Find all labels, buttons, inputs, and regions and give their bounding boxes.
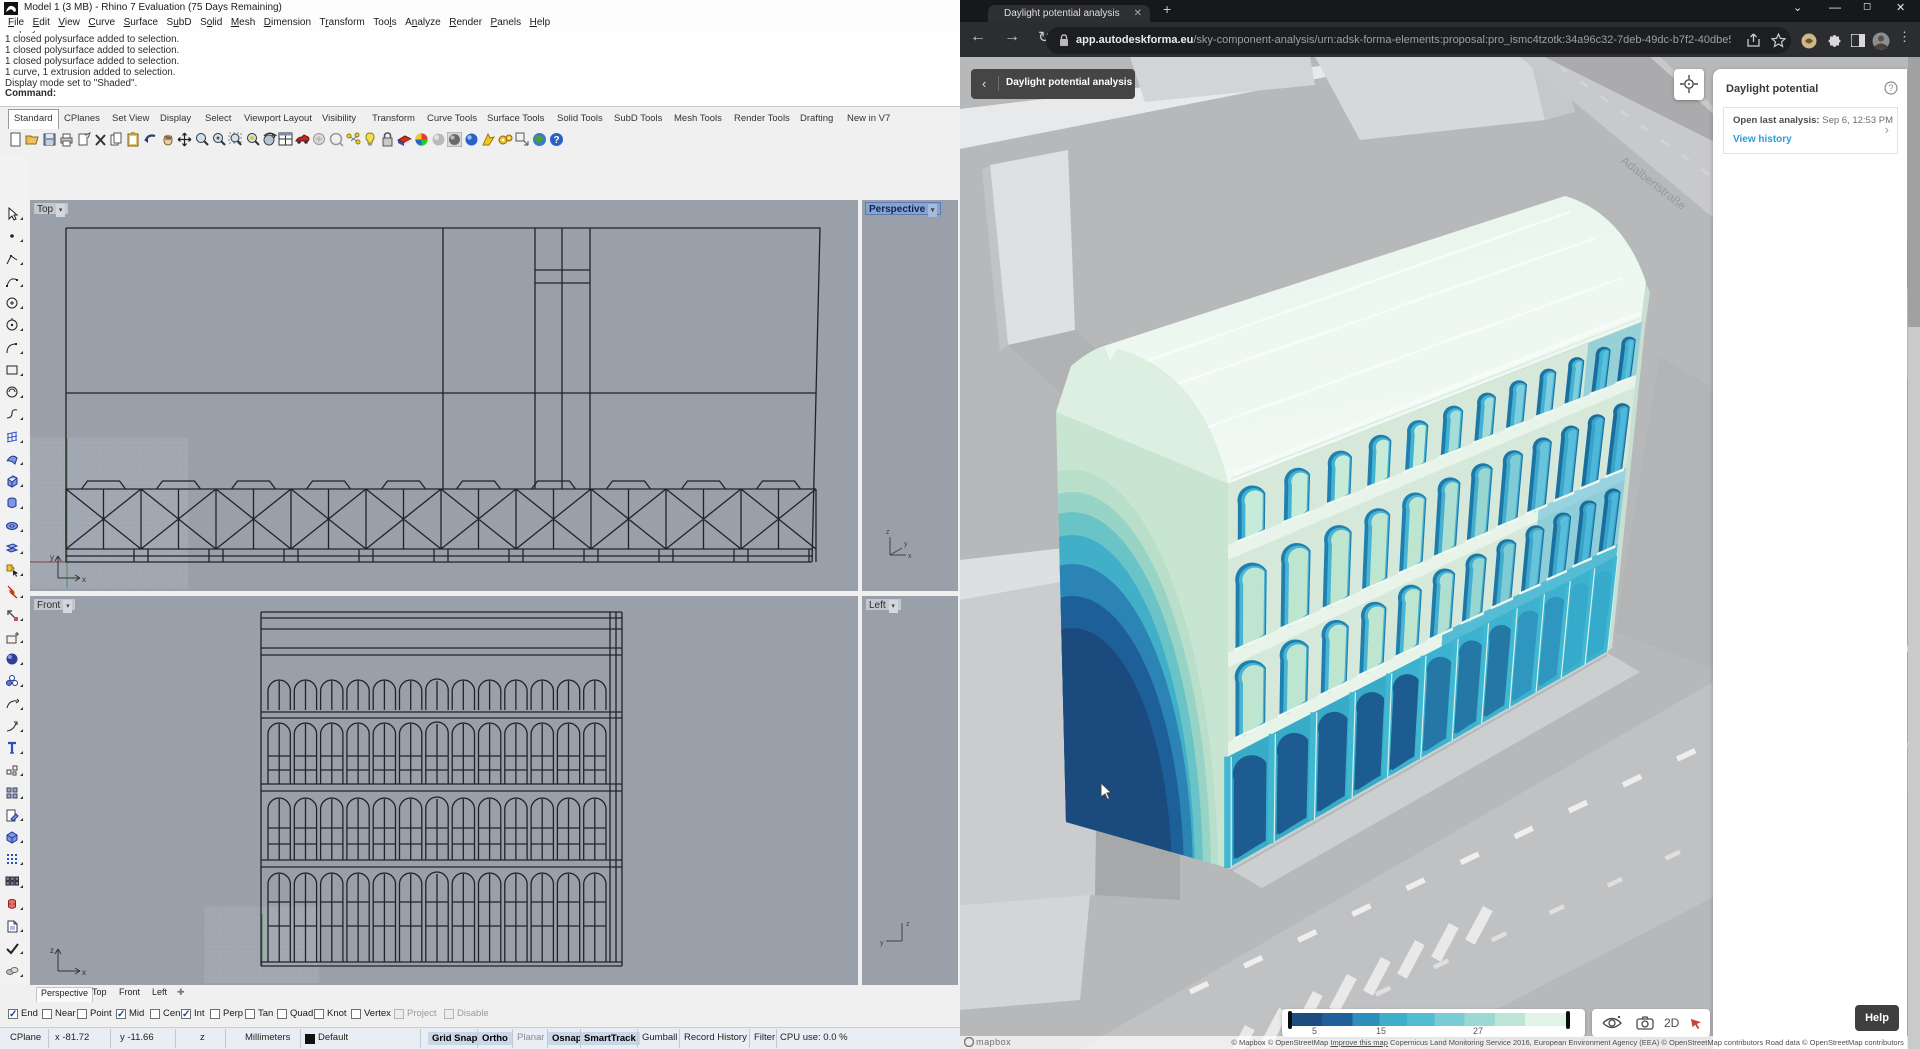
svg-text:z: z bbox=[50, 946, 54, 955]
svg-text:y: y bbox=[50, 553, 54, 562]
svg-text:y: y bbox=[904, 541, 908, 548]
svg-text:?: ? bbox=[1888, 83, 1893, 93]
svg-text:x: x bbox=[908, 553, 912, 560]
svg-text:x: x bbox=[82, 968, 86, 977]
svg-text:x: x bbox=[82, 575, 86, 584]
svg-text:y: y bbox=[880, 940, 884, 947]
svg-text:z: z bbox=[906, 921, 910, 928]
svg-text:z: z bbox=[886, 529, 890, 536]
svg-text:?: ? bbox=[553, 135, 559, 146]
